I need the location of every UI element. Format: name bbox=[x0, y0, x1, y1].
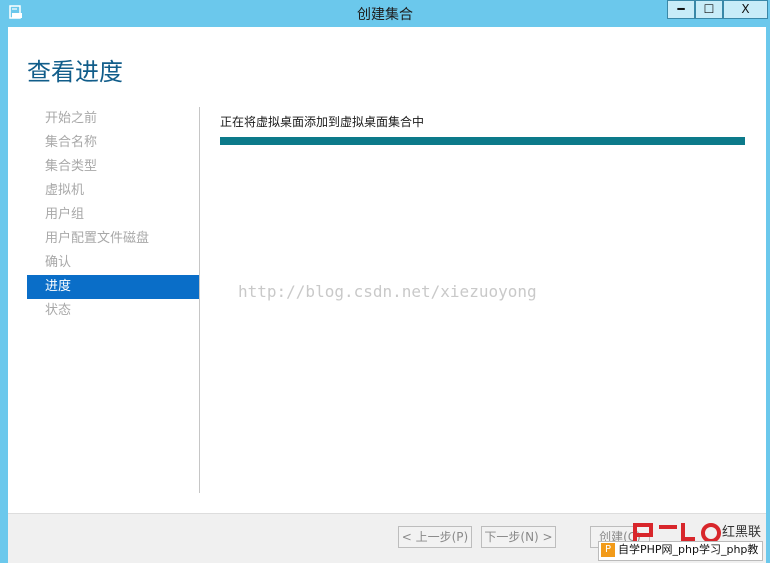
php-logo-icon: P bbox=[601, 543, 615, 557]
watermark-banner: P 自学PHP网_php学习_php教 bbox=[598, 541, 764, 561]
minimize-icon: ━ bbox=[677, 2, 685, 16]
progress-bar-fill bbox=[220, 137, 745, 145]
nav-item-virtual-machines[interactable]: 虚拟机 bbox=[27, 179, 199, 203]
progress-status-text: 正在将虚拟桌面添加到虚拟桌面集合中 bbox=[220, 115, 425, 129]
nav-item-status[interactable]: 状态 bbox=[27, 299, 199, 323]
page-title: 查看进度 bbox=[27, 58, 123, 86]
watermark-url: http://blog.csdn.net/xiezuoyong bbox=[238, 282, 537, 301]
maximize-button[interactable]: ☐ bbox=[695, 0, 723, 19]
nav-item-collection-type[interactable]: 集合类型 bbox=[27, 155, 199, 179]
wizard-client-area: 查看进度 开始之前 集合名称 集合类型 虚拟机 用户组 用户配置文件磁盘 确认 … bbox=[8, 27, 766, 563]
nav-item-user-profile-disks[interactable]: 用户配置文件磁盘 bbox=[27, 227, 199, 251]
nav-item-before-you-begin[interactable]: 开始之前 bbox=[27, 107, 199, 131]
wizard-nav: 开始之前 集合名称 集合类型 虚拟机 用户组 用户配置文件磁盘 确认 进度 状态 bbox=[27, 107, 199, 323]
nav-item-user-groups[interactable]: 用户组 bbox=[27, 203, 199, 227]
next-button[interactable]: 下一步(N) > bbox=[481, 526, 556, 548]
maximize-icon: ☐ bbox=[703, 2, 715, 16]
nav-item-progress[interactable]: 进度 bbox=[27, 275, 199, 299]
watermark-banner-text: 自学PHP网_php学习_php教 bbox=[618, 543, 759, 556]
minimize-button[interactable]: ━ bbox=[667, 0, 695, 19]
close-button[interactable]: X bbox=[723, 0, 768, 19]
nav-divider bbox=[199, 107, 200, 493]
nav-item-confirmation[interactable]: 确认 bbox=[27, 251, 199, 275]
nav-item-collection-name[interactable]: 集合名称 bbox=[27, 131, 199, 155]
window-title: 创建集合 bbox=[357, 7, 413, 23]
close-icon: X bbox=[741, 2, 750, 16]
title-bar: 创建集合 ━ ☐ X bbox=[0, 0, 770, 26]
previous-button[interactable]: < 上一步(P) bbox=[398, 526, 472, 548]
progress-bar bbox=[220, 137, 745, 145]
